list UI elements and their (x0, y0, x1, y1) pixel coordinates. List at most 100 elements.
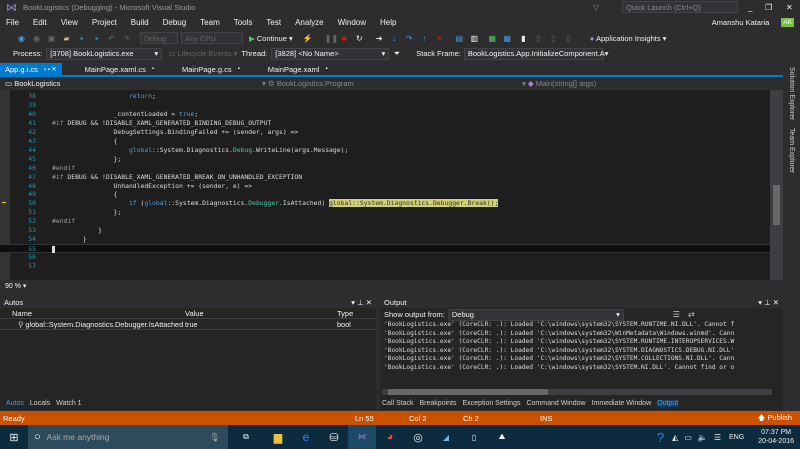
menu-window[interactable]: Window (338, 18, 366, 27)
menu-test[interactable]: Test (266, 18, 281, 27)
step-out-icon[interactable]: ↑ (420, 34, 429, 43)
action-center-icon[interactable]: ☰ (714, 433, 721, 442)
tab-team-explorer[interactable]: Team Explorer (788, 128, 795, 173)
menu-team[interactable]: Team (200, 18, 220, 27)
tab-immediate-window[interactable]: Immediate Window (592, 400, 652, 407)
stack-frame-select[interactable]: BookLogistics.App.InitializeComponent.A ▾ (463, 47, 608, 60)
windows-start-icon[interactable]: ⊞ (0, 431, 28, 444)
output-source-select[interactable]: Debug ▾ (447, 308, 624, 321)
row-value[interactable]: true (183, 320, 337, 329)
pause-icon[interactable]: ❚❚ (325, 34, 338, 43)
code-line[interactable]: 55 (0, 244, 770, 254)
code-line[interactable]: 52 #endif (0, 217, 770, 226)
save-all-icon[interactable]: ▪ (92, 34, 101, 43)
code-line[interactable]: 51 }; (0, 208, 770, 217)
continue-button[interactable]: ▶ Continue ▾ (249, 34, 293, 43)
code-line[interactable]: 56 (0, 253, 770, 262)
code-line[interactable]: 44 global::System.Diagnostics.Debug.Writ… (0, 146, 770, 155)
output-text[interactable]: 'BookLogistics.exe' (CoreCLR: .): Loaded… (380, 321, 783, 373)
code-line[interactable]: 48 UnhandledException += (sender, e) => (0, 182, 770, 191)
member-dropdown[interactable]: ▾ ◆ Main(string[] args) (522, 79, 596, 88)
output-horizontal-scrollbar[interactable] (382, 389, 772, 395)
user-name[interactable]: Amanshu Kataria (712, 18, 770, 27)
column-value[interactable]: Value (183, 309, 337, 318)
back-icon[interactable]: ◉ (17, 34, 26, 43)
tool-icon-b[interactable]: ▥ (470, 34, 479, 43)
menu-analyze[interactable]: Analyze (295, 18, 323, 27)
filter-icon[interactable]: ▽ (593, 3, 599, 12)
column-name[interactable]: Name (0, 309, 183, 318)
network-icon[interactable]: ◭ (672, 433, 678, 442)
menu-tools[interactable]: Tools (234, 18, 253, 27)
word-wrap-icon[interactable]: ⇄ (687, 310, 696, 319)
restart-icon[interactable]: ↻ (355, 34, 364, 43)
tab-mainpage-g-cs[interactable]: MainPage.g.cs ▪ (177, 63, 245, 75)
bookmark-next-icon[interactable]: ▯ (549, 34, 558, 43)
redo-icon[interactable]: ↷ (122, 34, 131, 43)
tab-exception-settings[interactable]: Exception Settings (462, 400, 520, 407)
menu-project[interactable]: Project (92, 18, 117, 27)
pin-icon[interactable]: ▪ (238, 66, 240, 72)
code-line[interactable]: 40 _contentLoaded = true; (0, 110, 770, 119)
bookmark-clear-icon[interactable]: ▯ (564, 34, 573, 43)
tab-autos[interactable]: Autos (6, 400, 24, 407)
menu-edit[interactable]: Edit (33, 18, 47, 27)
store-icon[interactable]: ⛁ (320, 431, 348, 444)
bookmark-icon[interactable]: ▮ (519, 34, 528, 43)
save-icon[interactable]: ▪ (77, 34, 86, 43)
menu-view[interactable]: View (61, 18, 78, 27)
show-next-statement-icon[interactable]: ➜ (375, 34, 384, 43)
menu-file[interactable]: File (6, 18, 19, 27)
forward-icon[interactable]: ◉ (32, 34, 41, 43)
help-icon[interactable]: ? (657, 430, 664, 445)
code-line[interactable]: 53 } (0, 226, 770, 235)
project-dropdown[interactable]: ▭ BookLogistics (0, 79, 262, 88)
app-icon[interactable]: ◢ (432, 433, 460, 442)
tab-app-g-i-cs[interactable]: App.g.i.cs ▪ ▪ ✕ (0, 63, 62, 75)
code-line[interactable]: 38 return; (0, 92, 770, 101)
minimize-button[interactable]: _ (748, 3, 752, 12)
tab-command-window[interactable]: Command Window (526, 400, 585, 407)
volume-icon[interactable]: 🔈 (698, 433, 708, 442)
table-row[interactable]: ⚲ global::System.Diagnostics.Debugger.Is… (0, 319, 376, 330)
bookmark-prev-icon[interactable]: ▯ (534, 34, 543, 43)
lightning-icon[interactable]: ⚡ (303, 34, 313, 43)
uncomment-icon[interactable]: ▦ (503, 34, 512, 43)
panel-buttons[interactable]: ▾ ⊥ ✕ (351, 298, 372, 307)
chrome-icon[interactable]: ◕ (376, 431, 404, 443)
task-view-icon[interactable]: ⧉ (228, 432, 264, 442)
tab-mainpage-xaml-cs[interactable]: MainPage.xaml.cs ▪ (80, 63, 159, 75)
pin-icon[interactable]: ▪ (325, 66, 327, 72)
groove-icon[interactable]: ◎ (404, 431, 432, 444)
app-insights-button[interactable]: ● Application Insights ▾ (590, 34, 667, 43)
tab-breakpoints[interactable]: Breakpoints (420, 400, 457, 407)
config-select[interactable]: Debug (140, 32, 178, 44)
open-icon[interactable]: ▰ (62, 34, 71, 43)
step-into-icon[interactable]: ↓ (390, 34, 399, 43)
account[interactable]: Amanshu Kataria AK (712, 16, 794, 28)
close-button[interactable]: ✕ (786, 3, 793, 12)
column-type[interactable]: Type (337, 309, 353, 318)
cortana-search[interactable]: ○ Ask me anything 🎙 (28, 425, 228, 449)
new-project-icon[interactable]: ▣ (47, 34, 56, 43)
lifecycle-events-button[interactable]: ▭ Lifecycle Events ▾ (168, 49, 237, 58)
code-line[interactable]: 46 #endif (0, 164, 770, 173)
pin-icon[interactable]: ▪ (152, 66, 154, 72)
photos-icon[interactable]: ⛰ (488, 432, 516, 442)
tab-solution-explorer[interactable]: Solution Explorer (788, 67, 795, 120)
comment-icon[interactable]: ▦ (488, 34, 497, 43)
publish-button[interactable]: 🡅 Publish (758, 412, 792, 425)
code-line[interactable]: 39 (0, 101, 770, 110)
avatar[interactable]: AK (781, 17, 794, 27)
code-line[interactable]: 42 DebugSettings.BindingFailed += (sende… (0, 128, 770, 137)
editor-vertical-scrollbar[interactable] (770, 90, 783, 280)
phone-icon[interactable]: ▯ (460, 433, 488, 442)
edge-icon[interactable]: e (292, 430, 320, 444)
clear-all-icon[interactable]: ☰ (672, 310, 681, 319)
tab-call-stack[interactable]: Call Stack (382, 400, 414, 407)
battery-icon[interactable]: ▭ (684, 433, 692, 442)
thread-select[interactable]: [3828] <No Name> ▾ (271, 47, 390, 60)
tab-output[interactable]: Output (657, 400, 679, 407)
clock[interactable]: 07:37 PM 20-04-2016 (758, 428, 794, 446)
undo-icon[interactable]: ↶ (107, 34, 116, 43)
